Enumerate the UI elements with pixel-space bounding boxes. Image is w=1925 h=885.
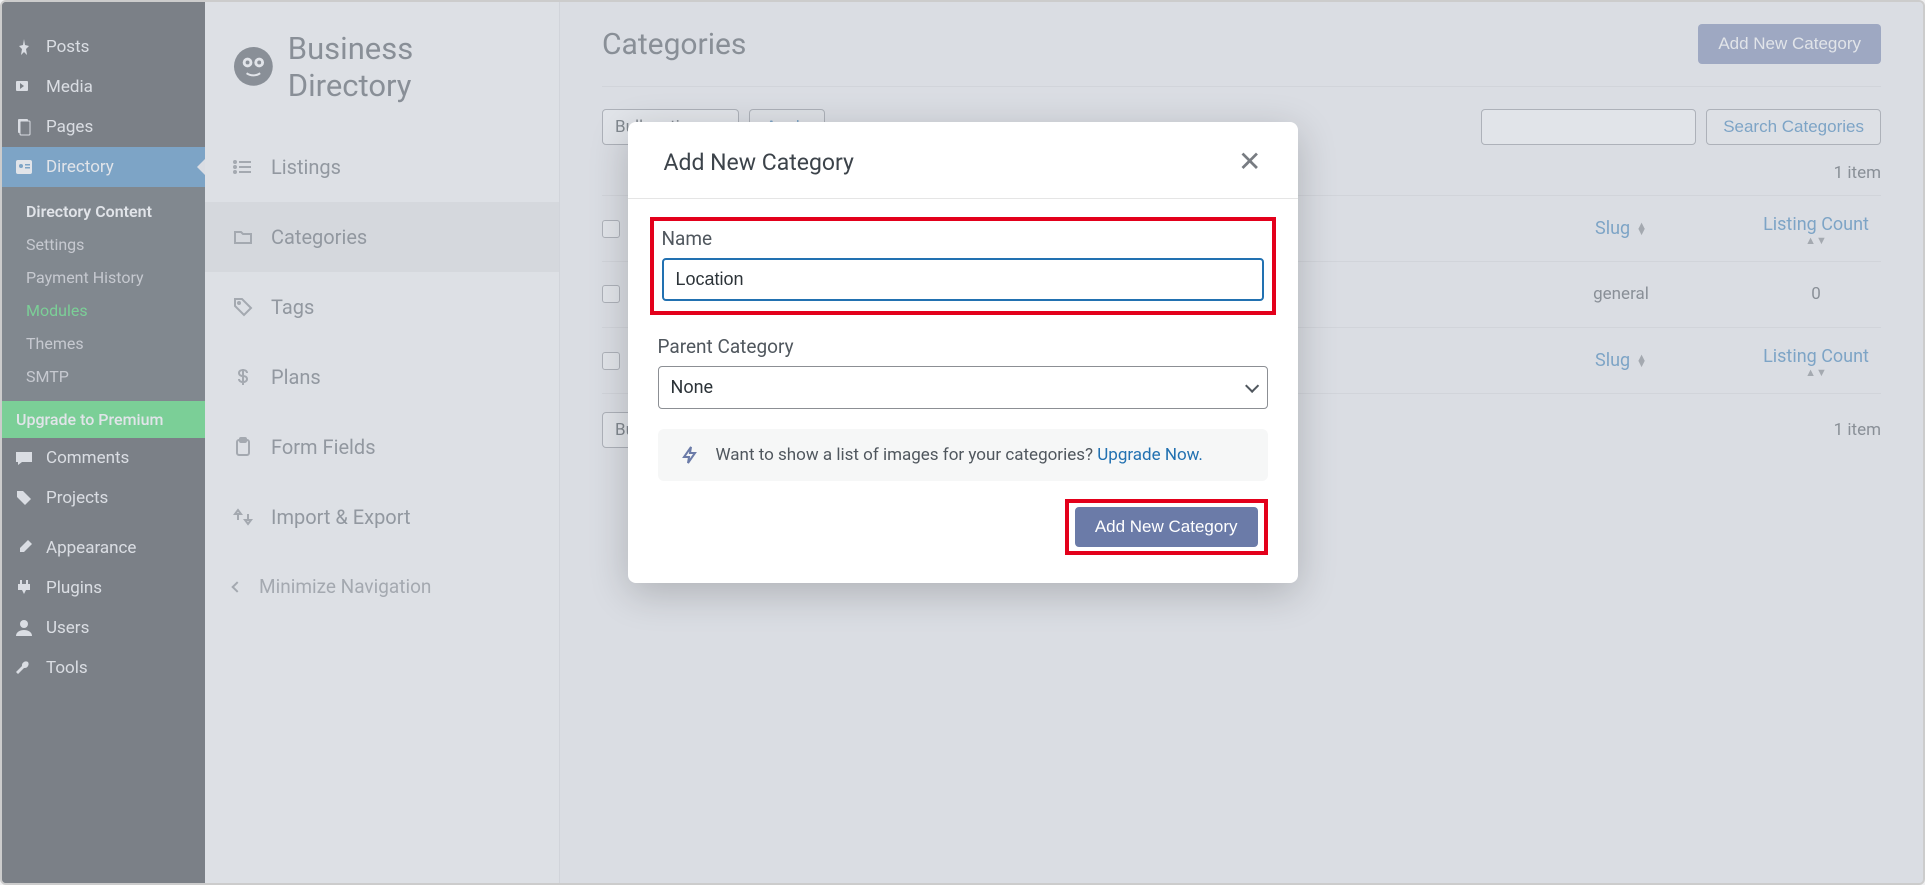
lightning-icon	[680, 445, 700, 465]
submit-add-category-button[interactable]: Add New Category	[1075, 507, 1258, 547]
modal-title: Add New Category	[664, 149, 854, 176]
parent-category-select[interactable]: None	[658, 366, 1268, 409]
parent-field-group: Parent Category None	[658, 335, 1268, 409]
modal-close-button[interactable]: ✕	[1238, 148, 1261, 176]
add-category-modal: Add New Category ✕ Name Parent Category …	[628, 122, 1298, 583]
category-name-input[interactable]	[662, 258, 1264, 301]
modal-body: Name Parent Category None Want to show a…	[628, 199, 1298, 583]
chevron-down-icon	[1245, 378, 1259, 392]
close-icon: ✕	[1238, 146, 1261, 177]
modal-overlay[interactable]: Add New Category ✕ Name Parent Category …	[2, 2, 1923, 883]
modal-header: Add New Category ✕	[628, 122, 1298, 199]
name-field-group: Name	[650, 217, 1276, 315]
parent-select-value: None	[671, 377, 714, 398]
upgrade-promo: Want to show a list of images for your c…	[658, 429, 1268, 481]
parent-label: Parent Category	[658, 335, 1268, 358]
upgrade-now-link[interactable]: Upgrade Now.	[1097, 445, 1203, 465]
modal-footer: Add New Category	[658, 499, 1268, 555]
promo-text: Want to show a list of images for your c…	[716, 445, 1203, 465]
name-label: Name	[662, 227, 1264, 250]
